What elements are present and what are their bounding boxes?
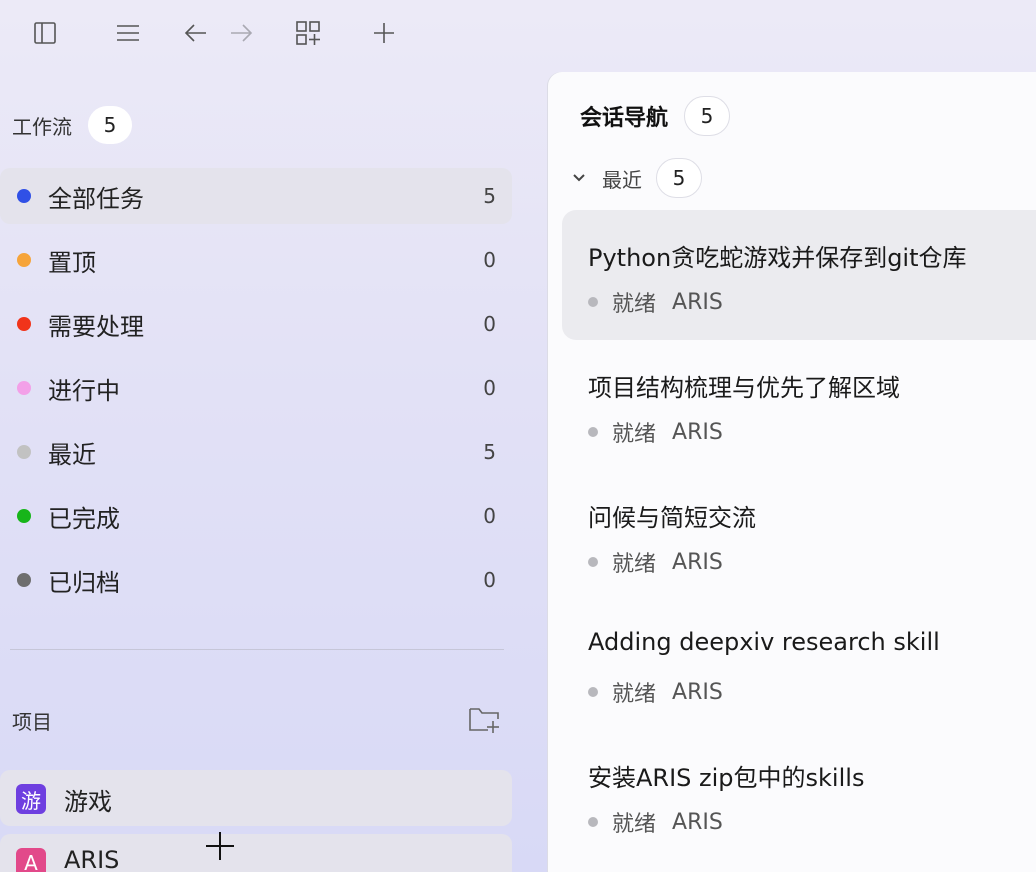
session-title: 项目结构梳理与优先了解区域 [588,374,900,402]
add-widget-button[interactable] [293,18,323,48]
projects-header: 项目 [12,704,502,734]
workflow-item-count: 5 [483,440,496,464]
session-meta: 就绪 ARIS [588,806,723,838]
session-status: 就绪 [612,422,657,447]
workflow-title: 工作流 [12,114,72,139]
workflow-item-count: 0 [483,248,496,272]
project-label: 游戏 [64,788,112,816]
workflow-item-label: 进行中 [48,376,120,405]
workflow-list: 全部任务 5 置顶 0 需要处理 0 进行中 0 最近 5 已完成 0 已归档 … [0,168,512,616]
session-navigation-panel: 会话导航 5 最近 5 Python贪吃蛇游戏并保存到git仓库 就绪 ARIS… [548,72,1036,872]
workflow-item-label: 最近 [48,440,96,469]
new-tab-button[interactable] [369,18,399,48]
folder-add-icon [469,708,499,733]
arrow-right-icon [231,24,253,42]
sidebar: 工作流 5 全部任务 5 置顶 0 需要处理 0 进行中 0 最近 5 已完成 … [0,64,520,872]
session-title: 问候与简短交流 [588,504,756,532]
project-badge: 游 [16,784,46,814]
session-status: 就绪 [612,292,657,317]
status-dot [17,381,31,395]
session-title: Adding deepxiv research skill [588,628,940,656]
workflow-item-completed[interactable]: 已完成 0 [0,488,512,544]
status-dot [17,189,31,203]
session-status: 就绪 [612,812,657,837]
mouse-cursor-crosshair-icon [206,832,234,860]
session-project: ARIS [672,679,723,705]
status-dot [17,253,31,267]
workflow-item-needs-action[interactable]: 需要处理 0 [0,296,512,352]
project-item-aris[interactable]: A ARIS [0,834,512,872]
workflow-item-label: 全部任务 [48,184,144,213]
new-project-button[interactable] [468,704,502,734]
workflow-item-in-progress[interactable]: 进行中 0 [0,360,512,416]
session-item[interactable]: 问候与简短交流 就绪 ARIS [562,470,1036,600]
session-status: 就绪 [612,682,657,707]
workflow-item-label: 已完成 [48,504,120,533]
session-meta: 就绪 ARIS [588,286,723,318]
status-dot-icon [588,427,598,437]
workflow-item-count: 0 [483,568,496,592]
panel-count-badge: 5 [684,96,731,136]
toolbar [0,0,520,64]
arrow-left-icon [184,24,206,42]
status-dot [17,445,31,459]
session-title: 安装ARIS zip包中的skills [588,764,865,792]
workflow-item-label: 需要处理 [48,312,144,341]
workflow-item-recent[interactable]: 最近 5 [0,424,512,480]
menu-icon [117,25,139,41]
status-dot [17,317,31,331]
workflow-header: 工作流 5 [12,106,132,144]
plus-icon [374,23,394,43]
back-button[interactable] [181,18,211,48]
session-meta: 就绪 ARIS [588,546,723,578]
chevron-down-icon [573,174,585,182]
session-project: ARIS [672,549,723,575]
status-dot [17,573,31,587]
project-badge: A [16,848,46,872]
session-project: ARIS [672,419,723,445]
panel-header: 会话导航 5 [580,96,731,136]
session-meta: 就绪 ARIS [588,676,723,708]
project-label: ARIS [64,846,120,872]
status-dot-icon [588,817,598,827]
projects-title: 项目 [12,710,52,734]
workflow-item-count: 5 [483,184,496,208]
sidebar-divider [10,649,504,650]
status-dot-icon [588,297,598,307]
sidebar-toggle-icon [34,22,56,44]
session-project: ARIS [672,809,723,835]
sidebar-toggle-button[interactable] [30,18,60,48]
status-dot-icon [588,557,598,567]
session-item[interactable]: 项目结构梳理与优先了解区域 就绪 ARIS [562,340,1036,470]
forward-button[interactable] [226,18,256,48]
session-title: Python贪吃蛇游戏并保存到git仓库 [588,244,967,272]
group-toggle-recent[interactable]: 最近 5 [570,158,702,198]
workflow-item-count: 0 [483,376,496,400]
workflow-item-label: 置顶 [48,248,96,277]
workflow-item-count: 0 [483,312,496,336]
group-count-badge: 5 [656,158,702,198]
session-status: 就绪 [612,552,657,577]
status-dot-icon [588,687,598,697]
status-dot [17,509,31,523]
session-item[interactable]: Adding deepxiv research skill 就绪 ARIS [562,600,1036,730]
widgets-add-icon [296,21,320,45]
workflow-item-archived[interactable]: 已归档 0 [0,552,512,608]
session-project: ARIS [672,289,723,315]
panel-title: 会话导航 [580,106,669,131]
menu-button[interactable] [113,18,143,48]
group-label: 最近 [602,167,642,192]
workflow-item-count: 0 [483,504,496,528]
session-item[interactable]: Python贪吃蛇游戏并保存到git仓库 就绪 ARIS [562,210,1036,340]
session-item[interactable]: 安装ARIS zip包中的skills 就绪 ARIS [562,730,1036,860]
workflow-item-label: 已归档 [48,568,120,597]
project-item-games[interactable]: 游 游戏 [0,770,512,826]
workflow-count-badge: 5 [88,106,132,144]
workflow-item-pinned[interactable]: 置顶 0 [0,232,512,288]
workflow-item-all-tasks[interactable]: 全部任务 5 [0,168,512,224]
session-meta: 就绪 ARIS [588,416,723,448]
